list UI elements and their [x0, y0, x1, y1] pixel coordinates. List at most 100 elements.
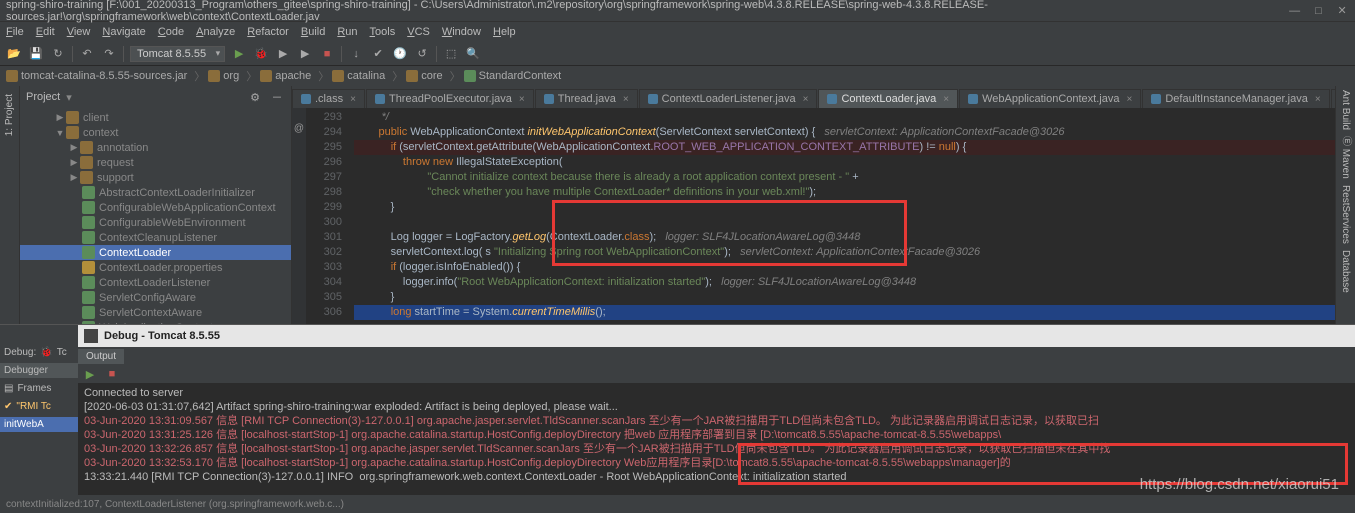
maximize-icon[interactable]: □ [1312, 4, 1326, 18]
menu-view[interactable]: View [67, 26, 91, 38]
editor-tab[interactable]: WebApplicationContext.java× [959, 89, 1141, 108]
thread-frame[interactable]: ✔ "RMI Tc [0, 399, 78, 414]
close-tab-icon[interactable]: × [1126, 94, 1132, 105]
menu-tools[interactable]: Tools [370, 26, 396, 38]
menu-code[interactable]: Code [158, 26, 184, 38]
close-tab-icon[interactable]: × [1315, 94, 1321, 105]
close-tab-icon[interactable]: × [943, 94, 949, 105]
output-tab[interactable]: Output [78, 349, 124, 364]
tree-item[interactable]: ContextLoaderListener [20, 275, 291, 290]
tree-item[interactable]: ContextCleanupListener [20, 230, 291, 245]
main-area: 1: Project Project ▾ ⚙ － ▶client▼context… [0, 86, 1355, 324]
editor-tab[interactable]: ThreadPoolExecutor.java× [366, 89, 534, 108]
breakpoint-gutter[interactable]: @ [292, 108, 306, 324]
tree-item[interactable]: ServletConfigAware [20, 290, 291, 305]
debug-side-panel: Debug:🐞Tc Debugger ▤ Frames ✔ "RMI Tc in… [0, 324, 78, 495]
breadcrumb-item[interactable]: apache [260, 70, 311, 82]
database-button[interactable]: Database [1340, 250, 1351, 293]
menu-file[interactable]: File [6, 26, 24, 38]
tree-item[interactable]: ▼context [20, 125, 291, 140]
menu-run[interactable]: Run [337, 26, 357, 38]
minimize-icon[interactable]: — [1288, 4, 1302, 18]
debug-panel: Debug - Tomcat 8.5.55 Output ▶ ■ Connect… [78, 324, 1355, 513]
menu-navigate[interactable]: Navigate [102, 26, 145, 38]
stop-icon[interactable]: ■ [104, 366, 120, 382]
collapse-icon[interactable]: － [269, 89, 285, 105]
project-header-label: Project [26, 91, 60, 103]
breadcrumb-item[interactable]: core [406, 70, 442, 82]
refresh-icon[interactable]: ↻ [50, 46, 66, 62]
editor-tabs: .class×ThreadPoolExecutor.java×Thread.ja… [292, 86, 1355, 108]
debug-icon[interactable]: 🐞 [253, 46, 269, 62]
menubar: File Edit View Navigate Code Analyze Refactor B… [0, 22, 1355, 42]
undo-icon[interactable]: ↶ [79, 46, 95, 62]
close-tab-icon[interactable]: × [519, 94, 525, 105]
ant-build-button[interactable]: Ant Build [1340, 90, 1351, 130]
menu-vcs[interactable]: VCS [407, 26, 430, 38]
window-title: spring-shiro-training [F:\001_20200313_P… [6, 0, 1278, 23]
editor-tab[interactable]: ContextLoaderListener.java× [639, 89, 818, 108]
breadcrumb-item[interactable]: org [208, 70, 239, 82]
debug-console[interactable]: Connected to server[2020-06-03 01:31:07,… [78, 383, 1355, 513]
menu-analyze[interactable]: Analyze [196, 26, 235, 38]
save-icon[interactable]: 💾 [28, 46, 44, 62]
close-tab-icon[interactable]: × [803, 94, 809, 105]
close-icon[interactable]: ✕ [1335, 4, 1349, 18]
close-tab-icon[interactable]: × [623, 94, 629, 105]
structure-icon[interactable]: ⬚ [443, 46, 459, 62]
menu-refactor[interactable]: Refactor [247, 26, 289, 38]
tree-item[interactable]: ▶support [20, 170, 291, 185]
debug-title: Debug - Tomcat 8.5.55 [78, 325, 1355, 347]
open-icon[interactable]: 📂 [6, 46, 22, 62]
tree-item[interactable]: ▶request [20, 155, 291, 170]
close-tab-icon[interactable]: × [350, 94, 356, 105]
code-area[interactable]: @ 29329429529629729829930030130230330430… [292, 108, 1355, 324]
right-tool-stripe: Ant Build ⓜ Maven RestServices Database [1335, 86, 1355, 324]
tree-item[interactable]: ContextLoader.properties [20, 260, 291, 275]
stop-icon[interactable]: ■ [319, 46, 335, 62]
tree-item[interactable]: ▶annotation [20, 140, 291, 155]
frames-tab[interactable]: ▤ Frames [0, 381, 78, 396]
search-icon[interactable]: 🔍 [465, 46, 481, 62]
menu-window[interactable]: Window [442, 26, 481, 38]
project-tool-button[interactable]: 1: Project [4, 94, 15, 136]
menu-build[interactable]: Build [301, 26, 325, 38]
settings-icon[interactable]: ⚙ [247, 89, 263, 105]
breadcrumb: tomcat-catalina-8.5.55-sources.jar〉org〉a… [0, 66, 1355, 86]
line-numbers: 2932942952962972982993003013023033043053… [306, 108, 348, 324]
breadcrumb-item[interactable]: catalina [332, 70, 385, 82]
project-panel: Project ▾ ⚙ － ▶client▼context▶annotation… [20, 86, 292, 324]
selected-frame[interactable]: initWebA [0, 417, 78, 432]
tree-item[interactable]: ConfigurableWebEnvironment [20, 215, 291, 230]
maven-button[interactable]: ⓜ Maven [1338, 136, 1353, 179]
project-tree[interactable]: ▶client▼context▶annotation▶request▶suppo… [20, 108, 291, 324]
editor-tab[interactable]: Thread.java× [535, 89, 638, 108]
coverage-icon[interactable]: ▶ [275, 46, 291, 62]
code-editor[interactable]: */ public WebApplicationContext initWebA… [348, 108, 1355, 324]
tree-item[interactable]: AbstractContextLoaderInitializer [20, 185, 291, 200]
rerun-icon[interactable]: ▶ [82, 366, 98, 382]
statusbar: contextInitialized:107, ContextLoaderLis… [0, 495, 1355, 513]
vcs-update-icon[interactable]: ↓ [348, 46, 364, 62]
tree-item[interactable]: ServletContextAware [20, 305, 291, 320]
vcs-commit-icon[interactable]: ✔ [370, 46, 386, 62]
profile-icon[interactable]: ▶ [297, 46, 313, 62]
tree-item[interactable]: ContextLoader [20, 245, 291, 260]
debug-toolbar: ▶ ■ [78, 365, 1355, 383]
debugger-tab[interactable]: Debugger [0, 363, 78, 378]
tree-item[interactable]: ▶client [20, 110, 291, 125]
redo-icon[interactable]: ↷ [101, 46, 117, 62]
breadcrumb-item[interactable]: StandardContext [464, 70, 562, 82]
menu-help[interactable]: Help [493, 26, 516, 38]
run-icon[interactable]: ▶ [231, 46, 247, 62]
vcs-history-icon[interactable]: 🕐 [392, 46, 408, 62]
run-config-combo[interactable]: Tomcat 8.5.55 [130, 46, 225, 62]
editor-tab[interactable]: ContextLoader.java× [818, 89, 958, 108]
menu-edit[interactable]: Edit [36, 26, 55, 38]
vcs-revert-icon[interactable]: ↺ [414, 46, 430, 62]
editor-tab[interactable]: DefaultInstanceManager.java× [1142, 89, 1329, 108]
breadcrumb-item[interactable]: tomcat-catalina-8.5.55-sources.jar [6, 70, 187, 82]
tree-item[interactable]: ConfigurableWebApplicationContext [20, 200, 291, 215]
editor-tab[interactable]: .class× [292, 89, 365, 108]
rest-button[interactable]: RestServices [1340, 185, 1351, 244]
